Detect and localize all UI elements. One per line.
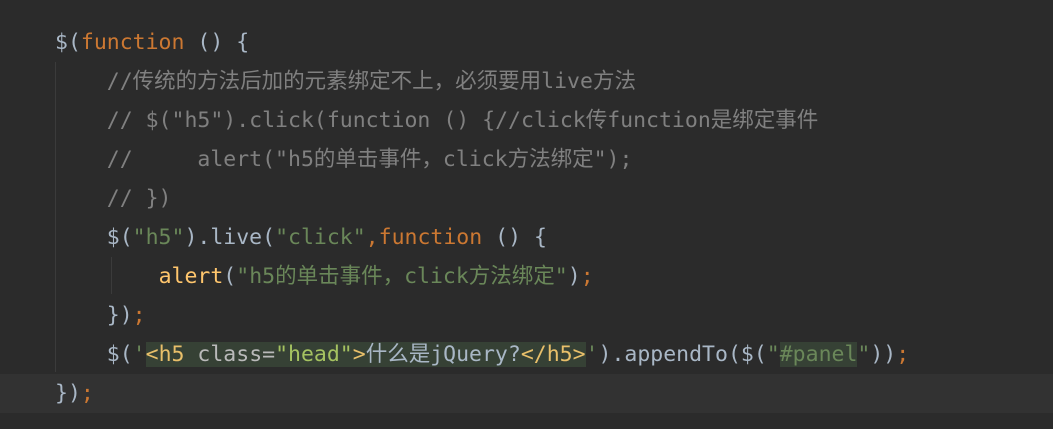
- code-token: alert: [158, 264, 224, 289]
- code-token: () {: [184, 30, 250, 55]
- code-line-text: // }): [55, 179, 172, 218]
- code-token: ": [766, 342, 780, 367]
- code-token: $(: [55, 342, 133, 367]
- code-token: 什么是jQuery?: [365, 342, 521, 367]
- code-line-text: // $("h5").click(function () {//click传fu…: [55, 101, 819, 140]
- code-token: ': [585, 342, 599, 367]
- code-line[interactable]: // $("h5").click(function () {//click传fu…: [0, 101, 1053, 140]
- code-token: (: [223, 264, 237, 289]
- code-token: $(: [55, 30, 81, 55]
- code-token: // }): [55, 186, 172, 211]
- code-line-text: });: [55, 374, 94, 413]
- code-token: ;: [580, 264, 594, 289]
- code-token: ;: [80, 381, 94, 406]
- code-line-text: // alert("h5的单击事件，click方法绑定");: [55, 140, 633, 179]
- code-token: class=: [184, 342, 276, 367]
- code-token: )): [870, 342, 897, 367]
- code-token: <h5: [145, 342, 185, 367]
- code-token: #panel: [779, 342, 858, 367]
- code-line-text: $(function () {: [55, 23, 249, 62]
- code-line[interactable]: $("h5").live("click",function () {: [0, 218, 1053, 257]
- code-line-text: $("h5").live("click",function () {: [55, 218, 547, 257]
- code-token: ;: [132, 303, 146, 328]
- code-editor[interactable]: $(function () { //传统的方法后加的元素绑定不上，必须要用liv…: [0, 0, 1053, 429]
- code-token: ": [857, 342, 871, 367]
- code-line[interactable]: //传统的方法后加的元素绑定不上，必须要用live方法: [0, 62, 1053, 101]
- code-token: ,: [365, 225, 379, 250]
- code-token: "click": [275, 225, 366, 250]
- code-token: "head": [275, 342, 353, 367]
- code-token: // alert("h5的单击事件，click方法绑定");: [55, 147, 633, 172]
- code-line[interactable]: // alert("h5的单击事件，click方法绑定");: [0, 140, 1053, 179]
- code-token: //传统的方法后加的元素绑定不上，必须要用live方法: [55, 69, 636, 94]
- code-token: "h5": [132, 225, 185, 250]
- code-token: ;: [896, 342, 910, 367]
- code-token: }): [55, 381, 81, 406]
- code-token: </h5>: [520, 342, 586, 367]
- code-token: }): [55, 303, 133, 328]
- code-line[interactable]: alert("h5的单击事件，click方法绑定");: [0, 257, 1053, 296]
- code-token: ).appendTo($(: [598, 342, 767, 367]
- code-token: ': [132, 342, 146, 367]
- code-token: // $("h5").click(function () {//click传fu…: [55, 108, 819, 133]
- code-line-text: alert("h5的单击事件，click方法绑定");: [55, 257, 594, 296]
- code-token: function: [80, 30, 185, 55]
- code-token: $(: [55, 225, 133, 250]
- code-token: ): [567, 264, 581, 289]
- code-token: ).live(: [184, 225, 276, 250]
- code-line[interactable]: $(function () {: [0, 23, 1053, 62]
- code-line-text: });: [55, 296, 146, 335]
- code-line-text: $('<h5 class="head">什么是jQuery?</h5>').ap…: [55, 335, 909, 374]
- code-token: function: [378, 225, 483, 250]
- code-token: "h5的单击事件，click方法绑定": [236, 264, 568, 289]
- code-line-text: //传统的方法后加的元素绑定不上，必须要用live方法: [55, 62, 636, 101]
- code-line[interactable]: $('<h5 class="head">什么是jQuery?</h5>').ap…: [0, 335, 1053, 374]
- code-token: () {: [482, 225, 547, 250]
- code-line[interactable]: });: [0, 296, 1053, 335]
- code-token: >: [352, 342, 366, 367]
- code-line[interactable]: // }): [0, 179, 1053, 218]
- code-line[interactable]: });: [0, 374, 1053, 413]
